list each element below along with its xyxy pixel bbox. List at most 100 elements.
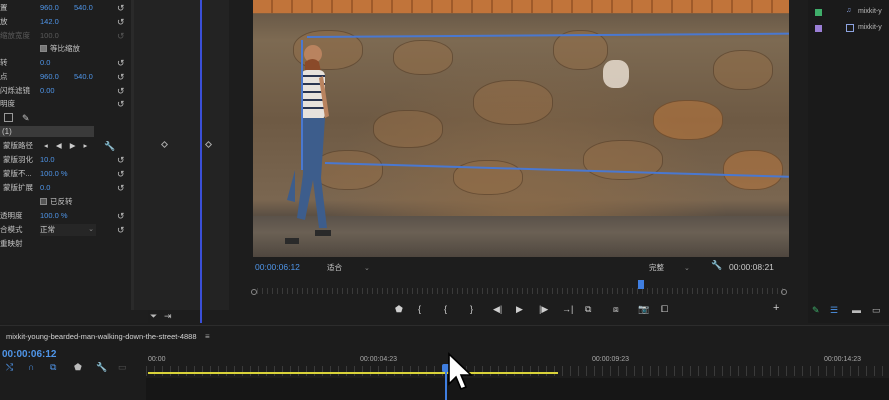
list-view-icon[interactable]: ☰: [830, 305, 838, 316]
add-marker-icon[interactable]: ⬟: [395, 304, 403, 315]
anti-flicker-value[interactable]: 0.00: [40, 85, 55, 97]
uniform-scale-row[interactable]: 等比缩放: [0, 43, 128, 55]
settings-wrench-icon[interactable]: 🔧: [711, 260, 722, 271]
add-marker-icon[interactable]: ⬟: [74, 362, 82, 373]
opacity-row[interactable]: 透明度 100.0 % ↺: [0, 210, 128, 222]
scale-value[interactable]: 142.0: [40, 16, 59, 28]
mark-out-icon[interactable]: {: [444, 304, 447, 314]
anchor-x-value[interactable]: 960.0: [40, 71, 59, 83]
effect-controls-playhead[interactable]: [200, 0, 202, 323]
rotation-row[interactable]: 转 0.0 ↺: [0, 57, 128, 69]
inverted-row[interactable]: 已反转: [0, 196, 128, 208]
sequence-tab[interactable]: mixkit-young-bearded-man-walking-down-th…: [6, 332, 197, 341]
work-area-bar[interactable]: [148, 372, 558, 374]
anti-flicker-row[interactable]: 闪烁滤镜 0.00 ↺: [0, 85, 128, 97]
time-remap-row[interactable]: 重映射: [0, 238, 128, 250]
reset-icon[interactable]: ↺: [117, 16, 125, 28]
play-icon[interactable]: ▶: [516, 304, 523, 315]
timeline-timecode[interactable]: 00:00:06:12: [2, 349, 56, 360]
mask-path-bottom[interactable]: [324, 162, 789, 178]
playhead-timecode[interactable]: 00:00:06:12: [255, 262, 300, 272]
scale-width-value: 100.0: [40, 31, 59, 40]
step-back-icon[interactable]: ◀|: [493, 304, 502, 315]
uniform-scale-checkbox[interactable]: 等比缩放: [40, 43, 80, 55]
mask-opacity-value[interactable]: 100.0 %: [40, 168, 68, 180]
mask-feather-value[interactable]: 10.0: [40, 154, 55, 166]
insert-icon[interactable]: ⧉: [585, 304, 591, 315]
wrench-icon[interactable]: 🔧: [104, 140, 115, 152]
reset-icon[interactable]: ↺: [117, 224, 125, 236]
stone: [583, 140, 663, 180]
export-icon[interactable]: ⇥: [164, 311, 172, 322]
program-playhead[interactable]: [638, 280, 644, 289]
scale-row[interactable]: 放 142.0 ↺: [0, 16, 128, 28]
effect-controls-timeline[interactable]: [134, 0, 229, 310]
mask-track-buttons[interactable]: ◂ ◀ ▶ ▸: [44, 140, 90, 152]
timeline-tracks[interactable]: [146, 378, 889, 400]
comparison-view-icon[interactable]: ⧠: [661, 304, 668, 315]
blend-mode-row[interactable]: 合模式 正常 ⌄ ↺: [0, 224, 128, 236]
mask-opacity-row[interactable]: 蒙版不... 100.0 % ↺: [0, 168, 128, 180]
rotation-value[interactable]: 0.0: [40, 57, 50, 69]
reset-icon[interactable]: ↺: [117, 182, 125, 194]
reset-icon[interactable]: ↺: [117, 2, 125, 14]
go-to-out-icon[interactable]: →|: [562, 304, 573, 314]
wrench-icon[interactable]: 🔧: [96, 362, 107, 373]
linked-selection-icon[interactable]: ⧉: [50, 362, 56, 373]
anchor-point-row[interactable]: 点 960.0 540.0 ↺: [0, 71, 128, 83]
reset-icon[interactable]: ↺: [117, 71, 125, 83]
export-frame-camera-icon[interactable]: 📷: [638, 304, 649, 315]
playback-resolution-select[interactable]: 完整 ⌄: [649, 262, 701, 273]
mask-feather-row[interactable]: 蒙版羽化 10.0 ↺: [0, 154, 128, 166]
mask-expansion-value[interactable]: 0.0: [40, 182, 50, 194]
pen-tool-icon[interactable]: ✎: [22, 112, 30, 124]
ruler-end-handle[interactable]: [781, 289, 787, 295]
project-item[interactable]: mixkit-y: [808, 23, 889, 35]
rectangle-mask-icon[interactable]: [4, 113, 13, 122]
mask-header-bar[interactable]: (1): [0, 126, 94, 137]
pencil-icon[interactable]: ✎: [812, 305, 820, 316]
sequence-icon: [846, 24, 854, 32]
project-item[interactable]: ♫ mixkit-y: [808, 7, 889, 19]
mark-in-icon[interactable]: {: [418, 304, 421, 314]
freeform-view-icon[interactable]: ▭: [872, 305, 881, 316]
zoom-fit-select[interactable]: 适合 ⌄: [327, 262, 381, 273]
position-x-value[interactable]: 960.0: [40, 2, 59, 14]
video-frame[interactable]: [253, 0, 789, 257]
overwrite-icon[interactable]: ⧈: [613, 304, 619, 315]
mask-path-top[interactable]: [306, 32, 789, 38]
property-label: 转: [0, 58, 8, 67]
position-row[interactable]: 置 960.0 540.0 ↺: [0, 2, 128, 14]
panel-menu-icon[interactable]: ≡: [205, 332, 210, 341]
anchor-y-value[interactable]: 540.0: [74, 71, 93, 83]
captions-icon[interactable]: ▭: [118, 362, 127, 373]
add-button-icon[interactable]: +: [773, 302, 779, 314]
reset-icon[interactable]: ↺: [117, 168, 125, 180]
inverted-checkbox[interactable]: 已反转: [40, 196, 73, 208]
opacity-section-row[interactable]: 明度 ↺: [0, 98, 128, 110]
checkbox-icon[interactable]: [40, 198, 47, 205]
reset-icon[interactable]: ↺: [117, 57, 125, 69]
reset-icon[interactable]: ↺: [117, 210, 125, 222]
opacity-value[interactable]: 100.0 %: [40, 210, 68, 222]
reset-icon[interactable]: ↺: [117, 85, 125, 97]
reset-icon[interactable]: ↺: [117, 154, 125, 166]
filter-icon[interactable]: ⏷: [150, 311, 157, 322]
nest-icon[interactable]: ⤭: [6, 362, 13, 373]
go-to-in-icon[interactable]: }: [470, 304, 473, 314]
checkbox-icon[interactable]: [40, 45, 47, 52]
snap-magnet-icon[interactable]: ∩: [28, 362, 34, 372]
mask-path-left[interactable]: [301, 40, 303, 170]
timeline-ruler[interactable]: [146, 366, 889, 376]
position-y-value[interactable]: 540.0: [74, 2, 93, 14]
keyframe-next-icon[interactable]: [204, 140, 213, 149]
keyframe-prev-icon[interactable]: [160, 140, 169, 149]
icon-view-icon[interactable]: ▬: [852, 305, 861, 315]
mask-path-row[interactable]: 蒙版路径 ◂ ◀ ▶ ▸ 🔧: [0, 140, 128, 152]
step-forward-icon[interactable]: |▶: [539, 304, 548, 315]
reset-icon[interactable]: ↺: [117, 98, 125, 110]
label-color-swatch: [815, 9, 822, 16]
mask-expansion-row[interactable]: 蒙版扩展 0.0 ↺: [0, 182, 128, 194]
blend-mode-select[interactable]: 正常 ⌄: [40, 224, 96, 236]
program-time-ruler[interactable]: [251, 280, 789, 296]
